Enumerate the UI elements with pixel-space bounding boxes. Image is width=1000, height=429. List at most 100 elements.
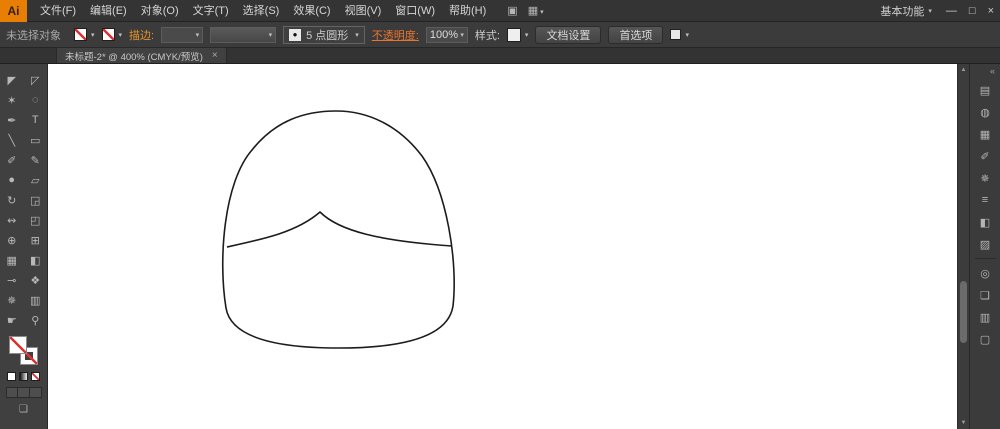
magic-wand-tool[interactable]: ✶ bbox=[0, 90, 24, 110]
hand-tool[interactable]: ☛ bbox=[0, 310, 24, 330]
stroke-panel-icon[interactable]: ≡ bbox=[970, 189, 1000, 211]
color-panel-icon[interactable]: ▤ bbox=[970, 79, 1000, 101]
paintbrush-tool[interactable]: ✐ bbox=[0, 150, 24, 170]
menu-type[interactable]: 文字(T) bbox=[186, 0, 236, 22]
menu-window[interactable]: 窗口(W) bbox=[388, 0, 442, 22]
close-button[interactable]: × bbox=[988, 5, 994, 17]
preferences-button[interactable]: 首选项 bbox=[608, 26, 663, 44]
menu-help[interactable]: 帮助(H) bbox=[442, 0, 493, 22]
menu-effect[interactable]: 效果(C) bbox=[286, 0, 337, 22]
menu-object[interactable]: 对象(O) bbox=[134, 0, 186, 22]
fill-swatch[interactable] bbox=[9, 336, 27, 354]
gradient-panel-icon[interactable]: ◧ bbox=[970, 211, 1000, 233]
free-transform-tool[interactable]: ◰ bbox=[24, 210, 48, 230]
perspective-grid-tool[interactable]: ⊞ bbox=[24, 230, 48, 250]
direct-selection-tool[interactable]: ◸ bbox=[24, 70, 48, 90]
chevron-down-icon: ▾ bbox=[269, 31, 273, 39]
symbol-sprayer-tool[interactable]: ✵ bbox=[0, 290, 24, 310]
eraser-tool[interactable]: ▱ bbox=[24, 170, 48, 190]
gradient-tool[interactable]: ◧ bbox=[24, 250, 48, 270]
appearance-panel-icon[interactable]: ◎ bbox=[970, 262, 1000, 284]
illustrator-window: Ai 文件(F) 编辑(E) 对象(O) 文字(T) 选择(S) 效果(C) 视… bbox=[0, 0, 1000, 429]
blend-tool[interactable]: ❖ bbox=[24, 270, 48, 290]
scroll-down-icon[interactable]: ▼ bbox=[958, 417, 969, 429]
stroke-profile-dropdown[interactable]: ▾ bbox=[210, 27, 276, 43]
shape-builder-tool[interactable]: ⊕ bbox=[0, 230, 24, 250]
opacity-input[interactable]: 100% ▾ bbox=[426, 27, 468, 43]
type-tool[interactable]: T bbox=[24, 110, 48, 130]
mesh-tool[interactable]: ▦ bbox=[0, 250, 24, 270]
scrollbar-thumb[interactable] bbox=[960, 281, 967, 343]
chevron-down-icon: ▾ bbox=[685, 31, 689, 39]
width-tool[interactable]: ↭ bbox=[0, 210, 24, 230]
hat-outline-path[interactable] bbox=[223, 111, 454, 348]
tool-grid: ◤ ◸ ✶ ◌ ✒ T ╲ ▭ ✐ ✎ ● ▱ ↻ ◲ ↭ ◰ ⊕ ⊞ ▦ ◧ bbox=[0, 70, 47, 330]
layers-panel-icon[interactable]: ▥ bbox=[970, 306, 1000, 328]
pen-tool[interactable]: ✒ bbox=[0, 110, 24, 130]
opacity-label-link[interactable]: 不透明度: bbox=[372, 27, 419, 43]
symbols-panel-icon[interactable]: ✵ bbox=[970, 167, 1000, 189]
scale-tool[interactable]: ◲ bbox=[24, 190, 48, 210]
menu-file[interactable]: 文件(F) bbox=[33, 0, 83, 22]
panel-dock: « ▤ ◍ ▦ ✐ ✵ ≡ ◧ ▨ ◎ ❏ ▥ ▢ bbox=[969, 64, 1000, 429]
blob-brush-tool[interactable]: ● bbox=[0, 170, 24, 190]
zoom-tool[interactable]: ⚲ bbox=[24, 310, 48, 330]
draw-behind-button[interactable] bbox=[18, 388, 30, 397]
style-dropdown[interactable]: ▾ bbox=[507, 28, 529, 42]
chevron-down-icon: ▾ bbox=[540, 9, 544, 16]
dock-separator bbox=[975, 258, 996, 259]
vertical-scrollbar[interactable]: ▲ ▼ bbox=[957, 64, 969, 429]
restore-button[interactable]: □ bbox=[969, 5, 976, 17]
workspace-switcher[interactable]: 基本功能 ▾ bbox=[880, 3, 932, 19]
draw-inside-button[interactable] bbox=[30, 388, 41, 397]
chevron-down-icon: ▾ bbox=[91, 31, 95, 39]
hat-brim-path[interactable] bbox=[227, 212, 452, 247]
chevron-down-icon: ▾ bbox=[928, 7, 932, 15]
eyedropper-tool[interactable]: ⊸ bbox=[0, 270, 24, 290]
chevron-down-icon: ▾ bbox=[196, 31, 200, 39]
artboards-panel-icon[interactable]: ▢ bbox=[970, 328, 1000, 350]
rectangle-tool[interactable]: ▭ bbox=[24, 130, 48, 150]
screen-mode-button[interactable]: ❏ bbox=[6, 404, 42, 415]
menu-view[interactable]: 视图(V) bbox=[338, 0, 389, 22]
scroll-up-icon[interactable]: ▲ bbox=[958, 64, 969, 76]
transparency-panel-icon[interactable]: ▨ bbox=[970, 233, 1000, 255]
chevron-down-icon: ▾ bbox=[119, 31, 123, 39]
more-options-dropdown[interactable]: ▾ bbox=[670, 29, 689, 40]
appbar-icons: ▣ ▦▾ bbox=[507, 4, 543, 17]
fill-color-dropdown[interactable]: ▾ bbox=[74, 28, 95, 41]
minimize-button[interactable]: — bbox=[946, 5, 957, 17]
brushes-panel-icon[interactable]: ✐ bbox=[970, 145, 1000, 167]
scrollbar-track[interactable] bbox=[958, 76, 969, 417]
selection-tool[interactable]: ◤ bbox=[0, 70, 24, 90]
rotate-tool[interactable]: ↻ bbox=[0, 190, 24, 210]
brush-definition-dropdown[interactable]: ● 5 点圆形 ▾ bbox=[283, 26, 365, 44]
options-swatch-icon bbox=[670, 29, 681, 40]
color-guide-panel-icon[interactable]: ◍ bbox=[970, 101, 1000, 123]
column-graph-tool[interactable]: ▥ bbox=[24, 290, 48, 310]
gradient-button[interactable] bbox=[19, 372, 28, 381]
stroke-weight-input[interactable]: ▾ bbox=[161, 27, 203, 43]
document-layout-icon[interactable]: ▣ bbox=[507, 4, 517, 17]
document-tab[interactable]: 未标题-2* @ 400% (CMYK/预览) × bbox=[56, 47, 227, 63]
arrange-documents-button[interactable]: ▦▾ bbox=[528, 4, 544, 17]
lasso-tool[interactable]: ◌ bbox=[24, 90, 48, 110]
stroke-weight-label[interactable]: 描边: bbox=[129, 27, 154, 43]
stroke-color-dropdown[interactable]: ▾ bbox=[102, 28, 123, 41]
menu-select[interactable]: 选择(S) bbox=[236, 0, 287, 22]
none-button[interactable] bbox=[31, 372, 40, 381]
color-button[interactable] bbox=[7, 372, 16, 381]
tab-close-icon[interactable]: × bbox=[212, 50, 218, 61]
pencil-tool[interactable]: ✎ bbox=[24, 150, 48, 170]
artboard-canvas[interactable] bbox=[48, 64, 957, 429]
control-bar: 未选择对象 ▾ ▾ 描边: ▾ ▾ ● 5 点圆形 ▾ 不透明度: 100% ▾… bbox=[0, 22, 1000, 48]
expand-panels-icon[interactable]: « bbox=[990, 66, 1000, 79]
color-type-buttons bbox=[0, 372, 47, 381]
workspace-label: 基本功能 bbox=[880, 3, 924, 19]
swatches-panel-icon[interactable]: ▦ bbox=[970, 123, 1000, 145]
line-segment-tool[interactable]: ╲ bbox=[0, 130, 24, 150]
graphic-styles-panel-icon[interactable]: ❏ bbox=[970, 284, 1000, 306]
menu-edit[interactable]: 编辑(E) bbox=[83, 0, 134, 22]
document-setup-button[interactable]: 文档设置 bbox=[535, 26, 601, 44]
draw-normal-button[interactable] bbox=[7, 388, 19, 397]
